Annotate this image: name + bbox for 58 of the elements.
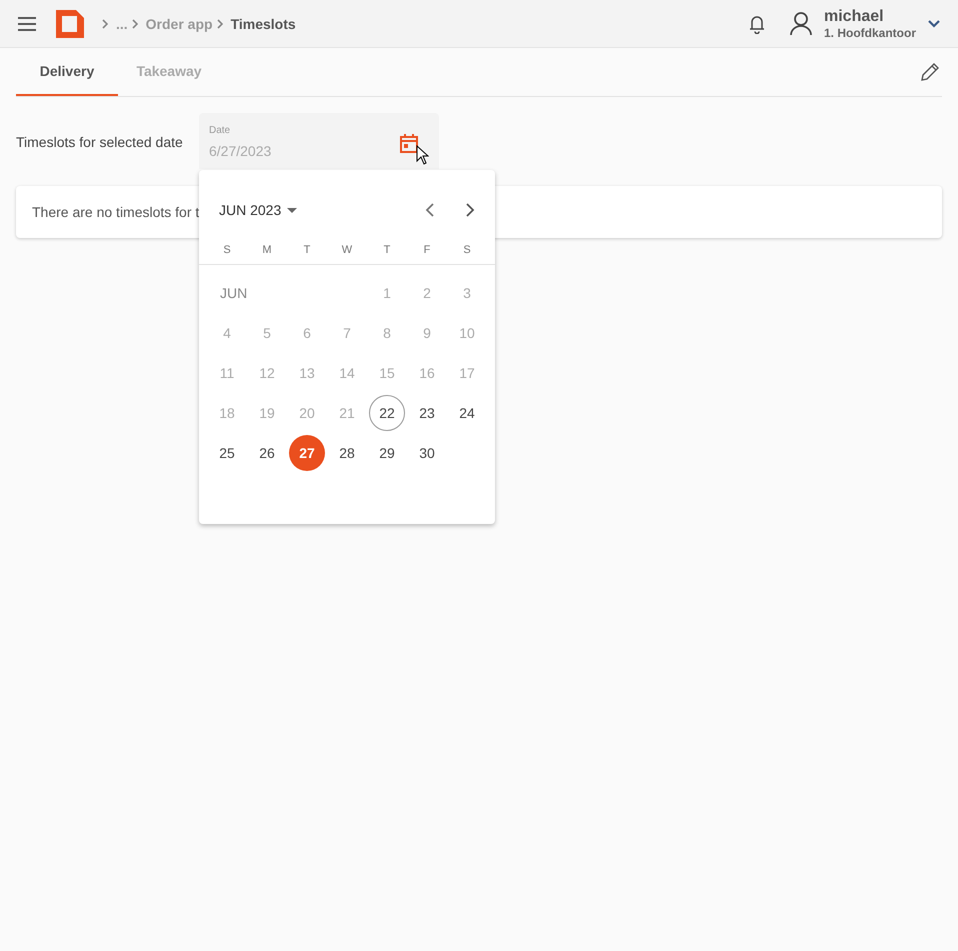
- calendar-day: 7: [329, 315, 365, 351]
- calendar-day: 19: [249, 395, 285, 431]
- calendar-day: 20: [289, 395, 325, 431]
- bell-icon[interactable]: [748, 14, 766, 34]
- tab[interactable]: Delivery: [16, 48, 118, 96]
- calendar-day[interactable]: 28: [329, 435, 365, 471]
- chevron-icon: [102, 18, 108, 28]
- pencil-icon[interactable]: [920, 62, 940, 82]
- calendar-day[interactable]: 26: [249, 435, 285, 471]
- calendar-day: 21: [329, 395, 365, 431]
- weekday-label: F: [422, 244, 432, 256]
- calendar-day: 17: [449, 355, 485, 391]
- logo-icon[interactable]: [56, 10, 84, 38]
- calendar-day[interactable]: 25: [209, 435, 245, 471]
- cursor-icon: [416, 145, 429, 165]
- calendar-day: 12: [249, 355, 285, 391]
- caret-icon: [287, 208, 298, 212]
- calendar-day: 8: [369, 315, 405, 351]
- weekday-label: S: [222, 244, 232, 256]
- month-year-selector[interactable]: JUN 2023: [219, 202, 298, 218]
- user-icon[interactable]: [790, 12, 812, 36]
- calendar-day: 14: [329, 355, 365, 391]
- filter-label: Timeslots for selected date: [16, 134, 184, 152]
- calendar-day: 4: [209, 315, 245, 351]
- calendar-day: 5: [249, 315, 285, 351]
- calendar-day: 2: [409, 275, 445, 311]
- menu-icon[interactable]: [18, 16, 36, 30]
- calendar-icon[interactable]: [400, 133, 418, 153]
- weekday-label: T: [382, 244, 392, 256]
- calendar-day: 11: [209, 355, 245, 391]
- calendar-day: 3: [449, 275, 485, 311]
- chevron-down-icon[interactable]: [928, 20, 940, 28]
- empty-message: There are no timeslots for t: [32, 204, 200, 220]
- calendar-day[interactable]: 29: [369, 435, 405, 471]
- user-name: michael: [824, 8, 885, 26]
- calendar-day[interactable]: 22: [369, 395, 405, 431]
- calendar-day[interactable]: 23: [409, 395, 445, 431]
- weekday-label: S: [462, 244, 472, 256]
- weekday-label: T: [302, 244, 312, 256]
- next-month-icon[interactable]: [465, 203, 475, 217]
- user-location: 1. Hoofdkantoor: [824, 26, 916, 40]
- calendar-day: 13: [289, 355, 325, 391]
- chevron-icon: [132, 18, 138, 28]
- calendar-day: 16: [409, 355, 445, 391]
- weekday-label: W: [340, 244, 354, 256]
- previous-month-icon[interactable]: [425, 203, 435, 217]
- chevron-icon: [216, 18, 223, 28]
- calendar-day: 6: [289, 315, 325, 351]
- weekday-label: M: [261, 244, 273, 256]
- calendar-day: 15: [369, 355, 405, 391]
- calendar-day: 18: [209, 395, 245, 431]
- calendar-day: 1: [369, 275, 405, 311]
- calendar-day[interactable]: 24: [449, 395, 485, 431]
- month-label: JUN: [219, 285, 248, 301]
- calendar-day: 9: [409, 315, 445, 351]
- calendar-day[interactable]: 30: [409, 435, 445, 471]
- calendar-day: 10: [449, 315, 485, 351]
- calendar-day[interactable]: 27: [289, 435, 325, 471]
